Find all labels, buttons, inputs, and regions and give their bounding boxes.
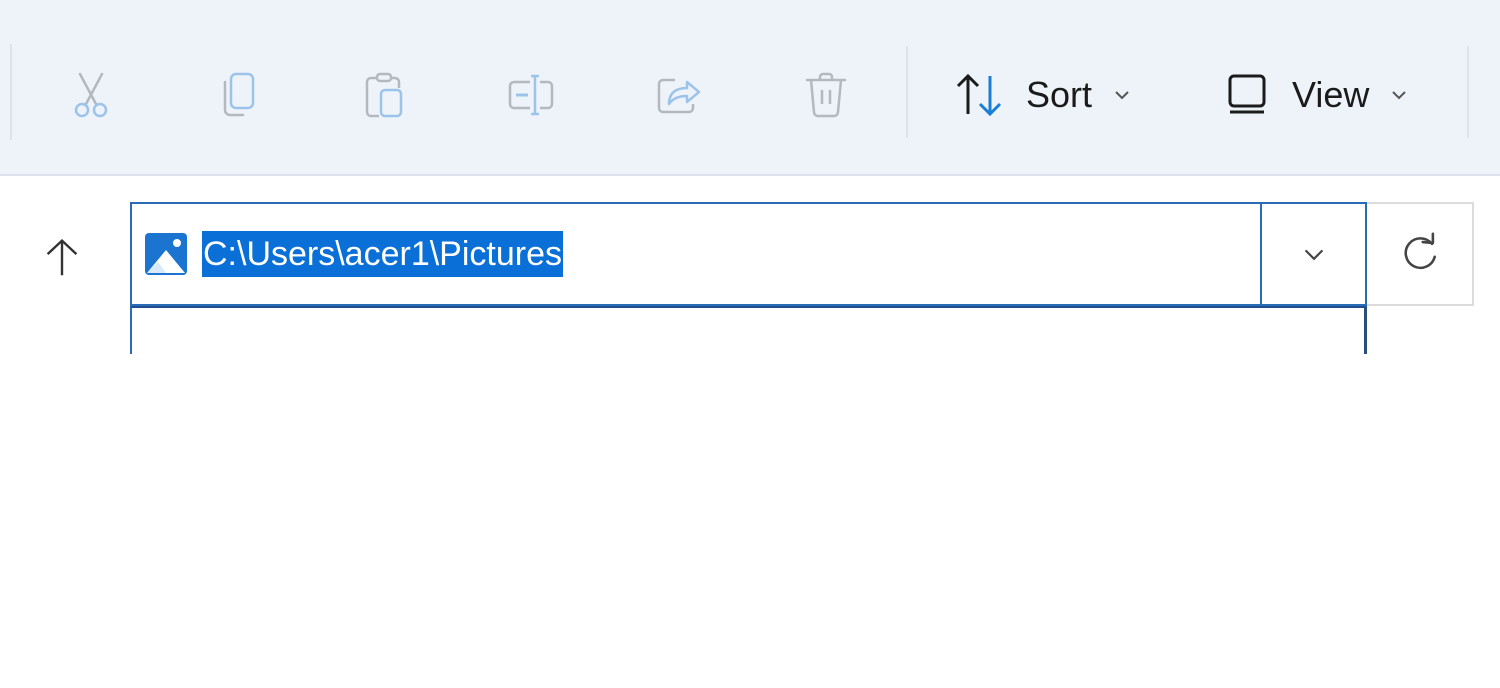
chevron-down-icon <box>1392 91 1407 100</box>
address-path-input[interactable]: C:\Users\acer1\Pictures <box>202 231 563 277</box>
view-label: View <box>1292 74 1370 115</box>
rename-icon <box>508 74 554 116</box>
sort-label: Sort <box>1026 74 1093 115</box>
paste-button[interactable] <box>349 60 419 130</box>
pictures-folder-icon <box>145 233 187 275</box>
chevron-down-icon <box>1304 249 1323 261</box>
command-bar: Sort View <box>0 0 1500 176</box>
share-button[interactable] <box>643 60 713 130</box>
view-button[interactable]: View <box>1220 62 1409 128</box>
toolbar-divider <box>10 44 12 140</box>
chevron-down-icon <box>1115 91 1129 100</box>
refresh-button[interactable] <box>1367 202 1474 306</box>
sort-button[interactable]: Sort <box>954 62 1132 128</box>
rename-button[interactable] <box>496 60 566 130</box>
clipboard-icon <box>365 72 403 118</box>
refresh-icon <box>1404 232 1436 270</box>
trash-icon <box>805 72 847 118</box>
copy-button[interactable] <box>203 60 273 130</box>
delete-button[interactable] <box>791 60 861 130</box>
up-button[interactable] <box>30 225 94 289</box>
view-icon <box>1220 68 1274 122</box>
address-suggestions-dropdown <box>130 306 1367 354</box>
cut-button[interactable] <box>56 60 126 130</box>
sort-icon <box>954 68 1008 122</box>
address-history-dropdown-button[interactable] <box>1260 202 1367 306</box>
arrow-up-icon <box>46 239 78 276</box>
copy-icon <box>223 72 255 117</box>
address-bar[interactable]: C:\Users\acer1\Pictures <box>130 202 1260 306</box>
toolbar-divider <box>906 46 908 138</box>
toolbar-divider <box>1467 46 1469 138</box>
share-icon <box>657 78 701 114</box>
scissors-icon <box>74 72 108 118</box>
